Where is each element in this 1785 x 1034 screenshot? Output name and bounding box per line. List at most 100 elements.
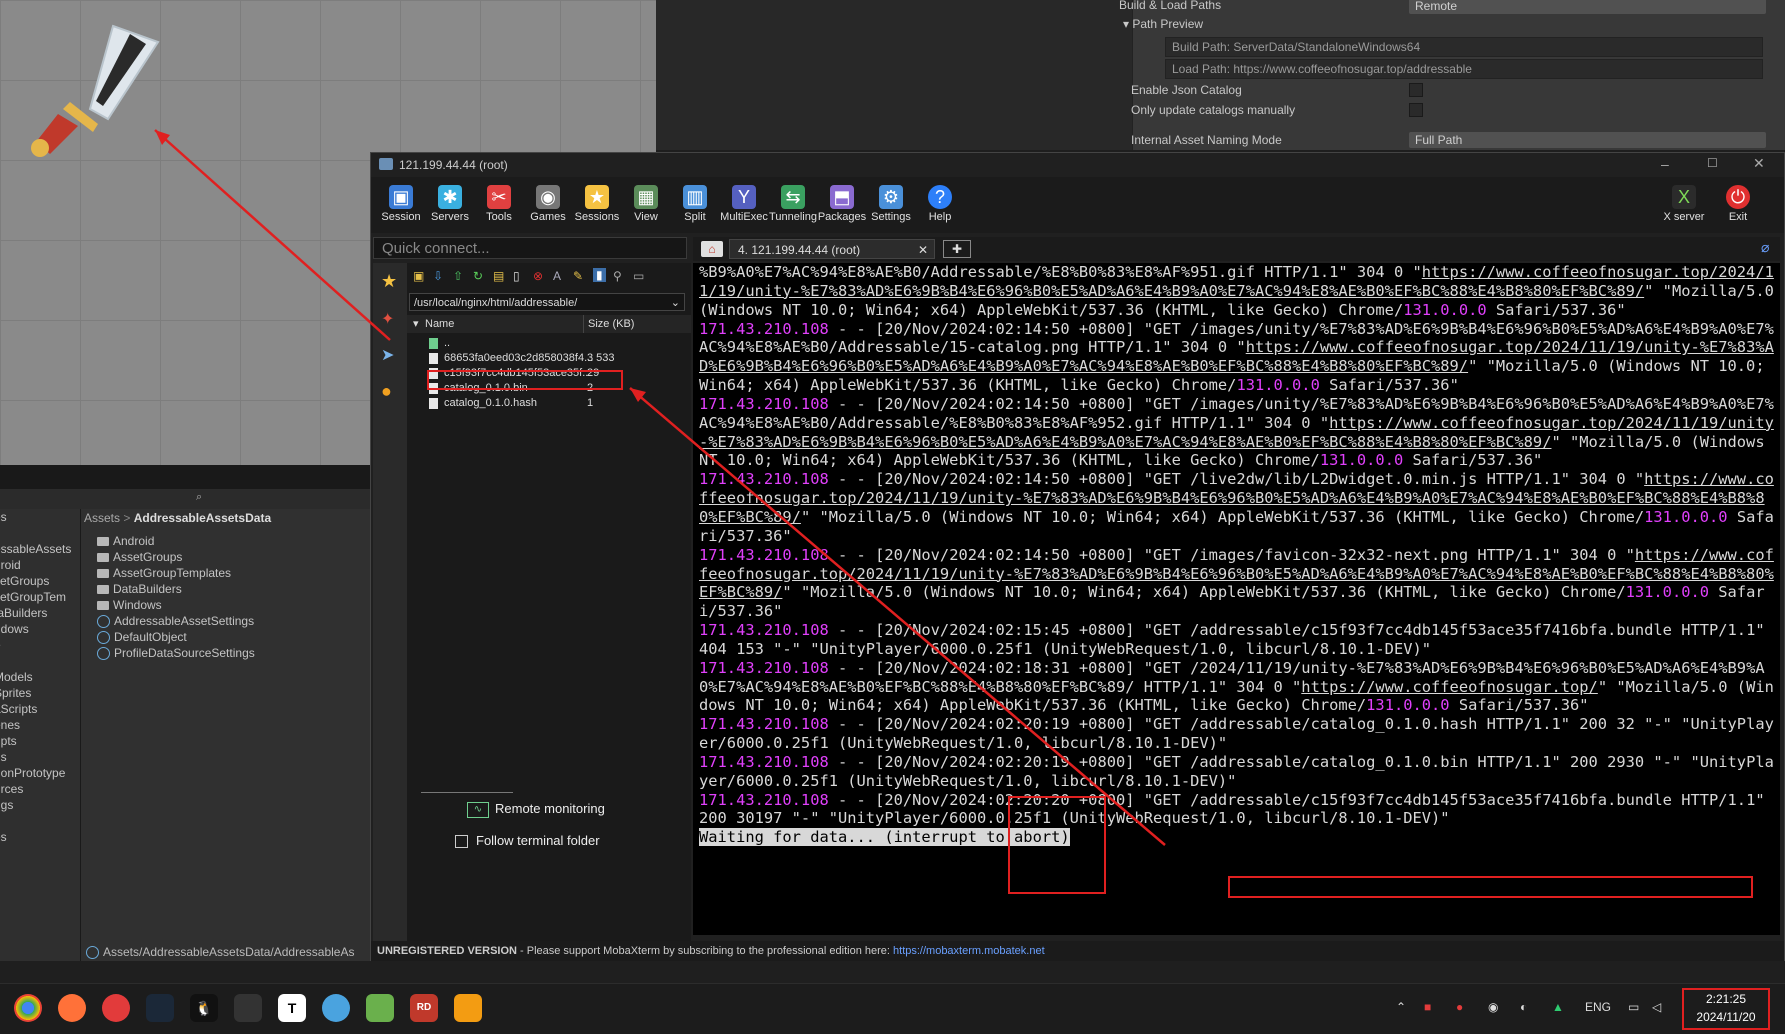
sftp-path-input[interactable]: /usr/local/nginx/html/addressable/ ⌄ bbox=[409, 293, 685, 311]
tray-chevron-icon[interactable]: ⌃ bbox=[1396, 1000, 1406, 1014]
tree-item[interactable]: Sprites bbox=[0, 685, 80, 701]
tree-item[interactable]: ndows bbox=[0, 621, 80, 637]
macros-icon[interactable]: ● bbox=[381, 381, 392, 402]
tree-item[interactable]: t bbox=[0, 653, 80, 669]
tree-item[interactable]: setGroups bbox=[0, 573, 80, 589]
sftp-icon[interactable]: ➤ bbox=[381, 345, 394, 365]
tree-item[interactable] bbox=[0, 525, 80, 541]
star-icon[interactable]: ★ bbox=[381, 271, 397, 292]
session-tab[interactable]: 4. 121.199.44.44 (root) ✕ bbox=[729, 239, 935, 259]
toolbar-multiexec-button[interactable]: Y MultiExec bbox=[716, 177, 772, 233]
sftp-file-row[interactable]: catalog_0.1.0.hash 1 bbox=[407, 395, 691, 412]
tree-item[interactable]: droid bbox=[0, 557, 80, 573]
tree-item[interactable] bbox=[0, 813, 80, 829]
tree-item[interactable]: gonPrototype bbox=[0, 765, 80, 781]
tree-item[interactable]: es bbox=[0, 509, 80, 525]
language-indicator[interactable]: ENG bbox=[1585, 1000, 1611, 1014]
tray-app-icon-1[interactable]: ■ bbox=[1424, 1000, 1431, 1014]
follow-folder-checkbox[interactable] bbox=[455, 835, 468, 849]
tray-steam-icon[interactable]: ◐ bbox=[1520, 1000, 1527, 1014]
status-link[interactable]: https://mobaxterm.mobatek.net bbox=[893, 945, 1045, 957]
maps-icon[interactable] bbox=[322, 994, 350, 1022]
project-item[interactable]: Android bbox=[97, 533, 154, 549]
tree-item[interactable]: es bbox=[0, 829, 80, 845]
hidden-files-icon[interactable]: ▮ bbox=[593, 268, 606, 282]
toolbar-tunneling-button[interactable]: ⇆ Tunneling bbox=[765, 177, 821, 233]
breadcrumb-root[interactable]: Assets bbox=[84, 511, 120, 525]
follow-folder-option[interactable]: Follow terminal folder bbox=[455, 833, 600, 849]
home-tab-icon[interactable]: ⌂ bbox=[701, 241, 723, 257]
toolbar-exit-button[interactable]: ⏻ Exit bbox=[1710, 177, 1766, 233]
rider-icon[interactable]: RD bbox=[410, 994, 438, 1022]
toolbar-view-button[interactable]: ▦ View bbox=[618, 177, 674, 233]
naming-mode-dropdown[interactable]: Full Path bbox=[1409, 132, 1766, 148]
project-search-bar[interactable]: ⌕ bbox=[0, 489, 370, 510]
close-icon[interactable]: ✕ bbox=[1753, 155, 1765, 172]
tree-item[interactable]: essableAssets bbox=[0, 541, 80, 557]
tree-item[interactable]: enes bbox=[0, 717, 80, 733]
delete-icon[interactable]: ⊗ bbox=[533, 269, 543, 283]
terminal-small-icon[interactable]: ▭ bbox=[633, 269, 644, 283]
toolbar-help-button[interactable]: ? Help bbox=[912, 177, 968, 233]
project-item[interactable]: AssetGroupTemplates bbox=[97, 565, 231, 581]
upload-icon[interactable]: ⇧ bbox=[453, 269, 463, 283]
new-file-icon[interactable]: ▯ bbox=[513, 269, 520, 283]
tree-item[interactable]: ns bbox=[0, 749, 80, 765]
project-item[interactable]: ProfileDataSourceSettings bbox=[97, 645, 255, 661]
toolbar-split-button[interactable]: ▥ Split bbox=[667, 177, 723, 233]
new-tab-button[interactable]: ✚ bbox=[943, 240, 971, 258]
taskbar-clock[interactable]: 2:21:25 2024/11/20 bbox=[1682, 988, 1770, 1030]
toolbar-games-button[interactable]: ◉ Games bbox=[520, 177, 576, 233]
qq-icon[interactable]: 🐧 bbox=[190, 994, 218, 1022]
tree-item[interactable]: setGroupTem bbox=[0, 589, 80, 605]
firefox-icon[interactable] bbox=[58, 994, 86, 1022]
project-item[interactable]: Windows bbox=[97, 597, 162, 613]
col-size[interactable]: Size (KB) bbox=[583, 315, 634, 333]
terminal-output[interactable]: %B9%A0%E7%AC%94%E8%AE%B0/Addressable/%E8… bbox=[693, 263, 1780, 935]
notepad-icon[interactable] bbox=[366, 994, 394, 1022]
tree-item[interactable]: e bbox=[0, 637, 80, 653]
network-icon[interactable]: ▭ bbox=[1628, 1000, 1639, 1014]
project-folder-tree[interactable]: es essableAssetsdroidsetGroupssetGroupTem… bbox=[0, 509, 81, 961]
new-folder-icon[interactable]: ▤ bbox=[493, 269, 504, 283]
tree-item[interactable]: ngs bbox=[0, 797, 80, 813]
toolbar-servers-button[interactable]: ✱ Servers bbox=[422, 177, 478, 233]
toolbar-settings-button[interactable]: ⚙ Settings bbox=[863, 177, 919, 233]
tab-close-icon[interactable]: ✕ bbox=[918, 240, 928, 260]
rename-icon[interactable]: A bbox=[553, 269, 561, 283]
chrome-icon[interactable] bbox=[14, 994, 42, 1022]
typora-icon[interactable]: T bbox=[278, 994, 306, 1022]
project-folder-contents[interactable]: Assets > AddressableAssetsData Android As… bbox=[81, 509, 370, 961]
minimize-icon[interactable]: – bbox=[1661, 156, 1669, 172]
netease-music-icon[interactable] bbox=[102, 994, 130, 1022]
build-load-paths-dropdown[interactable]: Remote bbox=[1409, 0, 1766, 14]
project-item[interactable]: DefaultObject bbox=[97, 629, 187, 645]
enable-json-checkbox[interactable] bbox=[1409, 83, 1423, 97]
steam-icon[interactable] bbox=[146, 994, 174, 1022]
toolbar-x-server-button[interactable]: X X server bbox=[1656, 177, 1712, 233]
attach-icon[interactable]: ⌀ bbox=[1761, 239, 1769, 256]
splitter-handle[interactable] bbox=[421, 792, 513, 793]
tray-app-icon-3[interactable]: ◉ bbox=[1488, 1000, 1498, 1014]
tray-app-icon-4[interactable]: ▲ bbox=[1552, 1000, 1564, 1014]
project-item[interactable]: DataBuilders bbox=[97, 581, 182, 597]
toolbar-sessions-button[interactable]: ★ Sessions bbox=[569, 177, 625, 233]
chevron-down-icon[interactable]: ⌄ bbox=[671, 294, 680, 312]
tree-item[interactable]: taBuilders bbox=[0, 605, 80, 621]
maximize-icon[interactable]: ☐ bbox=[1707, 156, 1718, 170]
toolbar-tools-button[interactable]: ✂ Tools bbox=[471, 177, 527, 233]
tree-item[interactable]: ripts bbox=[0, 733, 80, 749]
only-update-checkbox[interactable] bbox=[1409, 103, 1423, 117]
mobaxterm-taskbar-icon[interactable] bbox=[454, 994, 482, 1022]
tools-icon[interactable]: ✦ bbox=[381, 309, 394, 329]
project-item[interactable]: AddressableAssetSettings bbox=[97, 613, 254, 629]
permissions-icon[interactable]: ✎ bbox=[573, 269, 583, 283]
volume-icon[interactable]: ◁ bbox=[1652, 1000, 1661, 1014]
toolbar-packages-button[interactable]: ⬒ Packages bbox=[814, 177, 870, 233]
tree-item[interactable]: Models bbox=[0, 669, 80, 685]
folder-up-icon[interactable]: ▣ bbox=[413, 269, 424, 283]
col-name[interactable]: Name bbox=[425, 315, 454, 333]
remote-monitoring-button[interactable]: ∿ Remote monitoring bbox=[467, 801, 605, 818]
quick-connect-input[interactable]: Quick connect... bbox=[373, 237, 687, 259]
toolbar-session-button[interactable]: ▣ Session bbox=[373, 177, 429, 233]
